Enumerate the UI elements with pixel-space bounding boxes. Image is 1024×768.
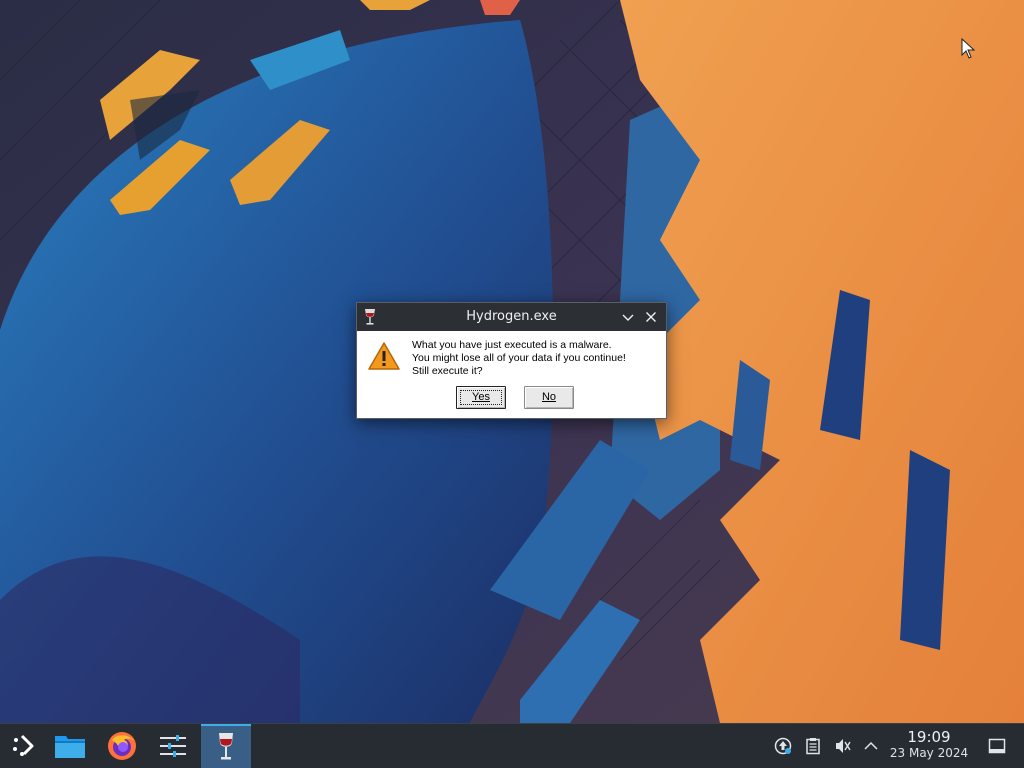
dialog-title: Hydrogen.exe — [466, 309, 557, 324]
no-button-label: No — [541, 391, 557, 403]
message-line: What you have just executed is a malware… — [412, 339, 612, 351]
mouse-pointer-icon — [961, 38, 975, 59]
taskbar: 19:09 23 May 2024 — [0, 723, 1024, 768]
dialog-titlebar[interactable]: Hydrogen.exe — [357, 303, 666, 331]
message-line: Still execute it? — [412, 365, 483, 377]
chevron-down-icon[interactable] — [620, 309, 636, 325]
settings-sliders-icon — [160, 735, 186, 757]
taskbar-item-firefox[interactable] — [99, 724, 145, 768]
no-button[interactable]: No — [524, 386, 574, 409]
volume-muted-icon[interactable] — [834, 737, 852, 755]
dialog-body: What you have just executed is a malware… — [357, 331, 666, 419]
show-desktop-icon[interactable] — [988, 737, 1006, 755]
warning-icon — [368, 342, 400, 370]
close-icon[interactable] — [643, 309, 659, 325]
folder-icon — [55, 736, 85, 758]
clipboard-icon[interactable] — [804, 737, 822, 755]
wine-glass-icon — [365, 309, 375, 325]
taskbar-item-file-manager[interactable] — [47, 724, 93, 768]
clock-date: 23 May 2024 — [889, 746, 969, 760]
yes-button[interactable]: Yes — [456, 386, 506, 409]
kde-application-launcher-icon — [13, 734, 34, 756]
malware-warning-dialog: Hydrogen.exe What you have just executed… — [356, 302, 667, 419]
firefox-icon — [108, 732, 136, 760]
message-line: You might lose all of your data if you c… — [412, 352, 626, 364]
clock-time: 19:09 — [907, 728, 951, 746]
focus-ring — [460, 390, 502, 405]
dialog-message: What you have just executed is a malware… — [412, 339, 626, 378]
chevron-up-icon[interactable] — [862, 737, 880, 755]
digital-clock[interactable]: 19:09 23 May 2024 — [882, 728, 976, 761]
application-launcher-button[interactable] — [0, 724, 46, 768]
updates-icon[interactable] — [774, 737, 792, 755]
taskbar-item-system-settings[interactable] — [150, 724, 196, 768]
taskbar-item-wine-app[interactable] — [201, 724, 251, 768]
wine-glass-icon — [219, 733, 233, 760]
